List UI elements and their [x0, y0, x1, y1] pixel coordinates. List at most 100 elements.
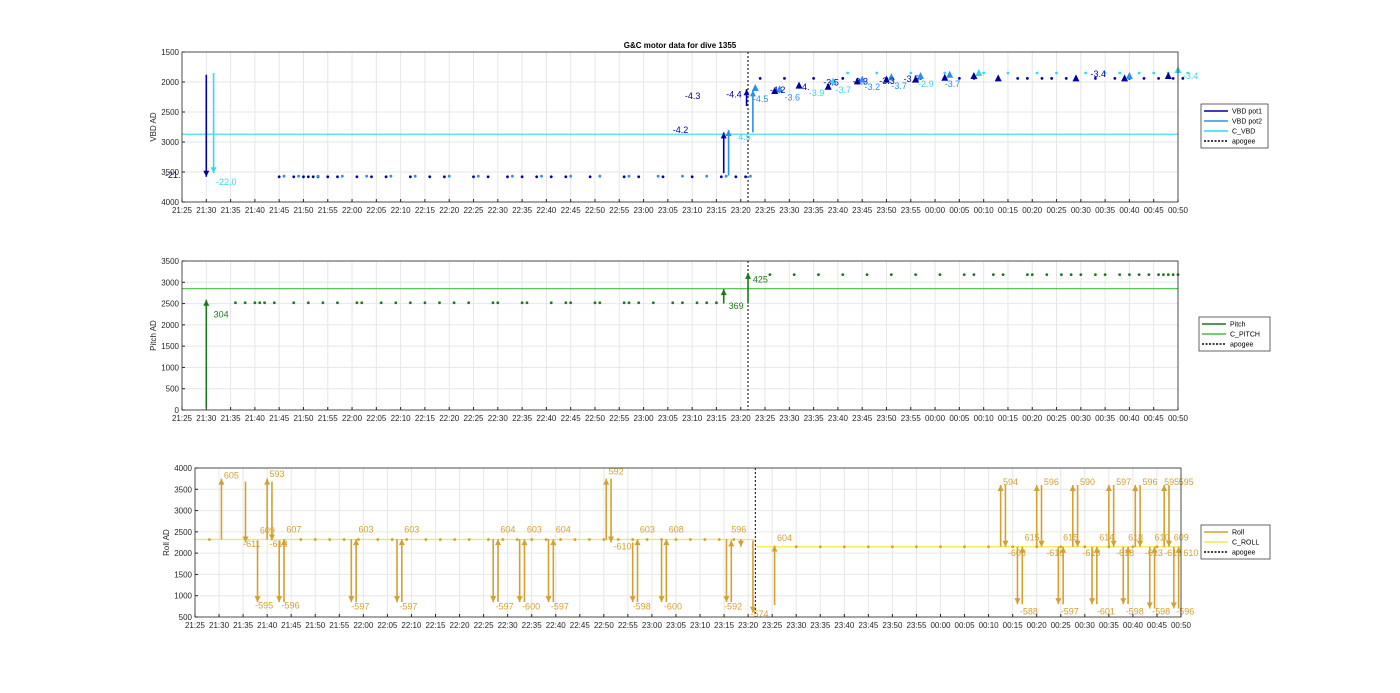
data-point: [390, 538, 394, 541]
x-tick-label: 22:50: [594, 621, 615, 630]
data-point: [637, 301, 641, 305]
x-tick-label: 00:00: [930, 621, 951, 630]
x-tick-label: 23:30: [786, 621, 807, 630]
data-point: [376, 538, 380, 541]
legend-label: apogee: [1232, 139, 1255, 146]
data-point: [384, 175, 388, 179]
value-annotation: -613: [1164, 548, 1182, 558]
data-point: [1118, 273, 1122, 277]
x-tick-label: 23:50: [882, 621, 903, 630]
value-annotation: -598: [1152, 606, 1170, 616]
x-tick-label: 21:35: [233, 621, 254, 630]
x-tick-label: 00:10: [979, 621, 1000, 630]
data-point: [530, 538, 534, 541]
data-point: [661, 175, 665, 179]
data-point: [1006, 71, 1010, 75]
data-point: [423, 301, 427, 305]
value-annotation: -610: [613, 542, 631, 552]
value-annotation: -598: [1126, 606, 1144, 616]
x-tick-label: 22:40: [536, 414, 557, 423]
data-point: [424, 538, 428, 541]
x-tick-label: 22:10: [391, 414, 412, 423]
y-axis-label: Pitch AD: [149, 320, 158, 351]
x-tick-label: 23:40: [828, 206, 849, 215]
data-point: [695, 301, 699, 305]
data-point: [812, 77, 816, 80]
value-annotation: 304: [214, 310, 229, 320]
x-tick-label: 23:05: [666, 621, 687, 630]
x-tick-label: 22:35: [522, 621, 543, 630]
data-point: [1064, 77, 1068, 80]
y-tick-label: 3500: [161, 257, 179, 266]
x-tick-label: 22:30: [498, 621, 519, 630]
data-point: [914, 273, 918, 277]
value-annotation: 615: [1025, 532, 1040, 542]
x-tick-label: 22:15: [415, 206, 436, 215]
data-point: [573, 538, 577, 541]
x-tick-label: 23:55: [906, 621, 927, 630]
data-point: [292, 175, 296, 179]
value-annotation: -3.2: [865, 82, 881, 92]
x-tick-label: 00:10: [974, 206, 995, 215]
x-tick-label: 23:55: [901, 414, 922, 423]
data-point: [336, 301, 339, 305]
arrow-head: [1069, 485, 1076, 492]
legend-label: VBD pot2: [1232, 119, 1262, 126]
value-annotation: -601: [1097, 606, 1115, 616]
value-annotation: -597: [351, 601, 369, 611]
data-point: [818, 545, 822, 549]
x-tick-label: 22:45: [561, 414, 582, 423]
data-point: [681, 301, 684, 305]
y-tick-label: 3000: [174, 507, 192, 516]
data-point: [865, 273, 869, 277]
data-point: [1025, 77, 1029, 80]
data-point: [1166, 273, 1170, 277]
value-annotation: -3.5: [903, 74, 919, 84]
data-point: [501, 538, 505, 541]
data-point: [564, 301, 568, 305]
data-point: [520, 301, 524, 305]
x-tick-label: 22:45: [561, 206, 582, 215]
value-annotation: 590: [1080, 477, 1095, 487]
x-tick-label: 21:35: [221, 414, 242, 423]
data-point: [510, 174, 514, 178]
x-tick-label: 22:20: [439, 206, 460, 215]
data-point: [939, 545, 942, 549]
value-annotation: -3.6: [784, 93, 800, 103]
data-point: [272, 301, 276, 305]
vbd-panel: -21.-22.0-4.2-4.3 -4.44.5-4.5-4.2-3.6-4.-…: [149, 48, 1269, 215]
x-tick-label: 21:55: [318, 414, 339, 423]
data-point: [1094, 273, 1097, 277]
x-tick-label: 23:10: [690, 621, 711, 630]
data-point: [515, 538, 519, 541]
legend-label: Pitch: [1230, 322, 1246, 329]
data-point: [690, 175, 694, 179]
arrow-head: [1033, 485, 1040, 492]
data-point: [452, 301, 456, 305]
x-tick-label: 00:05: [955, 621, 976, 630]
x-tick-label: 22:50: [585, 206, 606, 215]
data-point: [316, 174, 320, 178]
data-point: [408, 175, 412, 179]
x-tick-label: 22:00: [342, 414, 363, 423]
value-annotation: 610: [1183, 548, 1198, 558]
y-tick-label: 2000: [161, 78, 179, 87]
value-annotation: 596: [1044, 477, 1059, 487]
value-annotation: 604: [556, 524, 571, 534]
data-point: [627, 301, 631, 305]
x-tick-label: 22:00: [342, 206, 363, 215]
x-tick-label: 00:00: [925, 206, 946, 215]
x-tick-label: 23:40: [828, 414, 849, 423]
x-tick-label: 21:55: [329, 621, 350, 630]
data-point: [705, 174, 709, 178]
data-point: [1016, 77, 1020, 80]
roll-panel: 605 593 -611609 -613 607 -595 -596 603 -597 603 -5…: [162, 464, 1271, 630]
value-annotation: -597: [551, 601, 569, 611]
x-tick-label: 22:35: [512, 206, 533, 215]
x-tick-label: 22:30: [488, 414, 509, 423]
x-tick-label: 00:30: [1071, 414, 1092, 423]
arrow-head: [203, 299, 210, 306]
data-point: [292, 301, 296, 305]
y-tick-label: 1000: [161, 363, 179, 372]
x-tick-label: 22:50: [585, 414, 606, 423]
